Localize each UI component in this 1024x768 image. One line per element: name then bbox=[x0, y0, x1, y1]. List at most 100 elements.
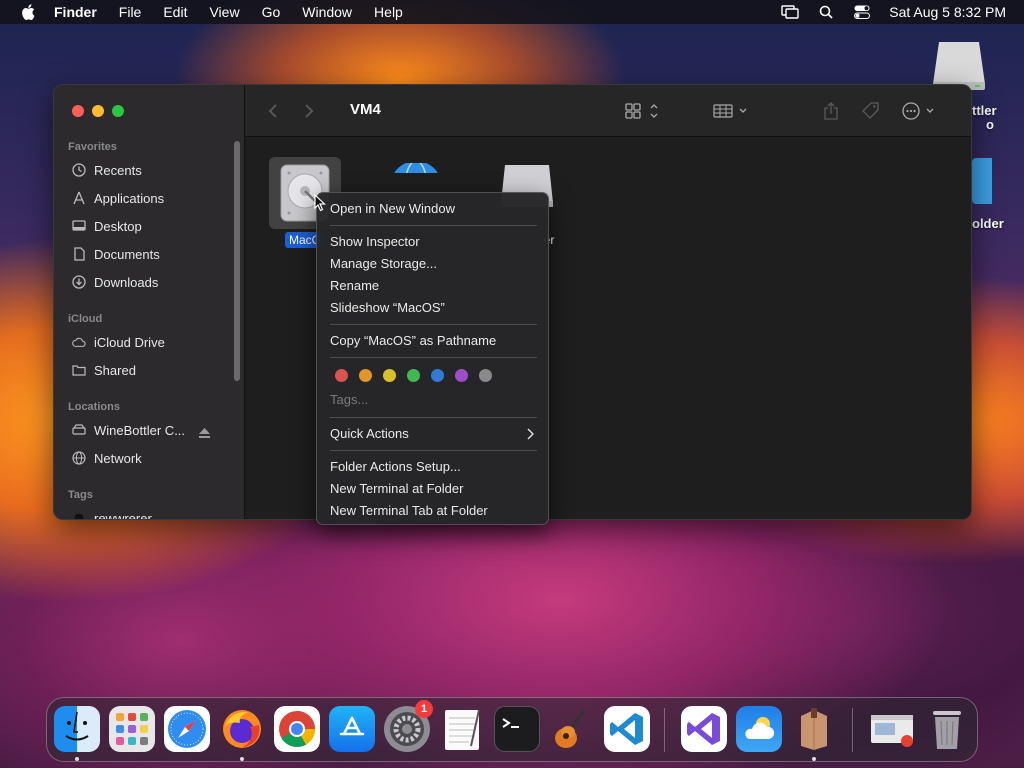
finder-sidebar: Favorites Recents Applications Desktop D… bbox=[54, 85, 245, 520]
forward-button[interactable] bbox=[301, 101, 317, 121]
menu-item-label: Quick Actions bbox=[330, 426, 409, 441]
menu-bar: Finder File Edit View Go Window Help Sat… bbox=[0, 0, 1024, 24]
firefox-icon[interactable] bbox=[219, 706, 265, 752]
vscode-icon[interactable] bbox=[604, 706, 650, 752]
menu-item-folder-actions[interactable]: Folder Actions Setup... bbox=[330, 457, 538, 477]
desktop-icon bbox=[72, 219, 86, 233]
view-mode-button[interactable] bbox=[625, 101, 661, 121]
dock-separator bbox=[852, 708, 853, 752]
sidebar-item-documents[interactable]: Documents bbox=[72, 243, 232, 265]
tag-color-dot[interactable] bbox=[431, 369, 444, 382]
garageband-icon[interactable] bbox=[549, 706, 595, 752]
tag-color-dot[interactable] bbox=[455, 369, 468, 382]
dock-running-indicator bbox=[812, 757, 816, 761]
menu-item-show-inspector[interactable]: Show Inspector bbox=[330, 232, 538, 252]
sidebar-item-label: Desktop bbox=[94, 218, 142, 234]
menu-go[interactable]: Go bbox=[262, 4, 281, 20]
document-icon bbox=[72, 247, 86, 261]
more-actions-icon[interactable] bbox=[901, 101, 937, 121]
window-controls bbox=[72, 105, 124, 117]
chevron-right-icon bbox=[526, 424, 535, 446]
desktop-folder-icon[interactable] bbox=[972, 158, 992, 204]
sidebar-item-tag[interactable]: rewwrerer bbox=[72, 507, 232, 520]
dock bbox=[46, 697, 978, 762]
tag-color-dot[interactable] bbox=[383, 369, 396, 382]
menu-item-new-terminal-tab[interactable]: New Terminal Tab at Folder bbox=[330, 501, 538, 521]
menu-separator bbox=[330, 225, 537, 226]
sidebar-item-label: rewwrerer bbox=[94, 510, 152, 520]
eject-icon[interactable] bbox=[199, 425, 210, 443]
sidebar-item-label: WineBottler C... bbox=[94, 422, 186, 438]
menu-item-open-new-window[interactable]: Open in New Window bbox=[330, 199, 538, 219]
chrome-icon[interactable] bbox=[274, 706, 320, 752]
preview-icon[interactable] bbox=[869, 706, 915, 752]
sidebar-scrollbar[interactable] bbox=[234, 141, 240, 381]
weather-icon[interactable] bbox=[736, 706, 782, 752]
textedit-icon[interactable] bbox=[439, 706, 485, 752]
clock-icon bbox=[72, 163, 86, 177]
context-menu: Open in New Window Show Inspector Manage… bbox=[316, 192, 549, 525]
trash-icon[interactable] bbox=[924, 706, 970, 752]
menu-item-tags[interactable]: Tags... bbox=[330, 390, 538, 410]
dock-separator bbox=[664, 708, 665, 752]
sidebar-item-icloud-drive[interactable]: iCloud Drive bbox=[72, 331, 232, 353]
sidebar-header-tags: Tags bbox=[68, 489, 93, 501]
menu-file[interactable]: File bbox=[119, 4, 142, 20]
sidebar-item-applications[interactable]: Applications bbox=[72, 187, 232, 209]
spotlight-search-icon[interactable] bbox=[817, 5, 835, 19]
tag-color-dot[interactable] bbox=[479, 369, 492, 382]
sidebar-item-label: Applications bbox=[94, 190, 165, 206]
tag-color-dot[interactable] bbox=[335, 369, 348, 382]
sidebar-item-shared[interactable]: Shared bbox=[72, 359, 232, 381]
sidebar-item-desktop[interactable]: Desktop bbox=[72, 215, 232, 237]
menu-separator bbox=[330, 324, 537, 325]
menu-item-copy-pathname[interactable]: Copy “MacOS” as Pathname bbox=[330, 331, 538, 351]
globe-icon bbox=[72, 451, 86, 465]
menu-help[interactable]: Help bbox=[374, 4, 403, 20]
terminal-icon[interactable] bbox=[494, 706, 540, 752]
safari-icon[interactable] bbox=[164, 706, 210, 752]
cloud-icon bbox=[72, 335, 86, 349]
group-button[interactable] bbox=[713, 101, 751, 121]
menu-item-new-terminal[interactable]: New Terminal at Folder bbox=[330, 479, 538, 499]
launchpad-icon[interactable] bbox=[109, 706, 155, 752]
menu-app-finder[interactable]: Finder bbox=[54, 4, 97, 20]
tag-color-dot[interactable] bbox=[407, 369, 420, 382]
finder-icon[interactable] bbox=[54, 706, 100, 752]
zoom-button[interactable] bbox=[112, 105, 124, 117]
tag-icon[interactable] bbox=[861, 101, 881, 121]
menu-item-rename[interactable]: Rename bbox=[330, 276, 538, 296]
sidebar-header-locations: Locations bbox=[68, 401, 120, 413]
sidebar-item-label: iCloud Drive bbox=[94, 334, 165, 350]
sidebar-item-label: Shared bbox=[94, 362, 136, 378]
app-store-icon[interactable] bbox=[329, 706, 375, 752]
sidebar-item-network[interactable]: Network bbox=[72, 447, 232, 469]
sidebar-item-downloads[interactable]: Downloads bbox=[72, 271, 232, 293]
screen-mirroring-icon[interactable] bbox=[781, 5, 799, 19]
menu-separator bbox=[330, 417, 537, 418]
menu-item-manage-storage[interactable]: Manage Storage... bbox=[330, 254, 538, 274]
menu-edit[interactable]: Edit bbox=[163, 4, 187, 20]
desktop-folder-label: older bbox=[972, 216, 1004, 231]
download-icon bbox=[72, 275, 86, 289]
sidebar-item-recents[interactable]: Recents bbox=[72, 159, 232, 181]
close-button[interactable] bbox=[72, 105, 84, 117]
desktop-drive-label: ttler o bbox=[972, 103, 997, 132]
menubar-clock[interactable]: Sat Aug 5 8:32 PM bbox=[889, 4, 1006, 20]
tag-color-dot[interactable] bbox=[359, 369, 372, 382]
menu-window[interactable]: Window bbox=[302, 4, 352, 20]
share-icon[interactable] bbox=[823, 101, 839, 121]
sidebar-item-label: Documents bbox=[94, 246, 160, 262]
menu-item-slideshow[interactable]: Slideshow “MacOS” bbox=[330, 298, 538, 318]
menu-view[interactable]: View bbox=[209, 4, 239, 20]
finder-toolbar: VM4 bbox=[245, 85, 971, 137]
minimize-button[interactable] bbox=[92, 105, 104, 117]
visual-studio-icon[interactable] bbox=[681, 706, 727, 752]
winebottler-icon[interactable] bbox=[791, 706, 837, 752]
control-center-icon[interactable] bbox=[853, 5, 871, 19]
menu-separator bbox=[330, 357, 537, 358]
back-button[interactable] bbox=[265, 101, 281, 121]
menu-item-quick-actions[interactable]: Quick Actions bbox=[330, 424, 538, 444]
notification-badge: 1 bbox=[415, 700, 433, 718]
apple-menu-icon[interactable] bbox=[16, 0, 40, 24]
